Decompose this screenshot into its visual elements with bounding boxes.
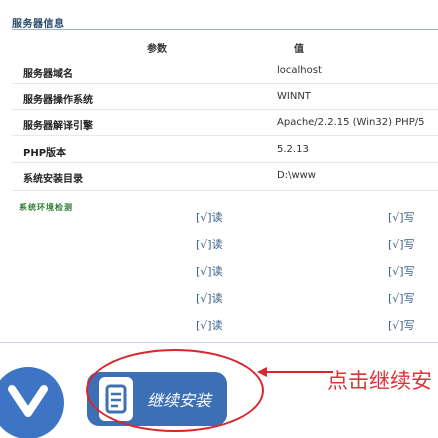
back-chevron-icon <box>6 383 50 423</box>
write-permission: [√]写 <box>388 265 415 278</box>
back-button[interactable] <box>0 367 64 438</box>
row-label: 服务器域名 <box>23 69 73 80</box>
write-permission: [√]写 <box>388 292 415 305</box>
read-permission: [√]读 <box>196 238 223 251</box>
row-label: 服务器解译引擎 <box>23 121 93 132</box>
env-check-title: 系统环境检测 <box>19 203 73 212</box>
annotation-ellipse <box>86 349 264 432</box>
row-label: 系统安装目录 <box>23 174 83 185</box>
section-divider <box>12 29 438 30</box>
annotation-text: 点击继续安 <box>327 369 432 393</box>
write-permission: [√]写 <box>388 238 415 251</box>
column-header-value: 值 <box>294 44 304 55</box>
read-permission: [√]读 <box>196 265 223 278</box>
row-value: D:\www <box>277 170 316 181</box>
read-permission: [√]读 <box>196 292 223 305</box>
row-divider <box>12 190 438 191</box>
row-value: Apache/2.2.15 (Win32) PHP/5 <box>277 117 425 128</box>
annotation-arrow-icon <box>255 362 335 386</box>
write-permission: [√]写 <box>388 211 415 224</box>
column-header-param: 参数 <box>147 44 167 55</box>
read-permission: [√]读 <box>196 319 223 332</box>
footer-divider <box>0 342 438 343</box>
row-value: localhost <box>277 65 322 76</box>
row-label: 服务器操作系统 <box>23 95 93 106</box>
read-permission: [√]读 <box>196 211 223 224</box>
row-value: 5.2.13 <box>277 144 309 155</box>
row-label: PHP版本 <box>23 148 67 159</box>
row-value: WINNT <box>277 91 311 102</box>
section-title: 服务器信息 <box>12 19 65 30</box>
row-divider <box>12 162 438 163</box>
row-divider <box>12 109 438 110</box>
row-divider <box>12 83 438 84</box>
write-permission: [√]写 <box>388 319 415 332</box>
row-divider <box>12 135 438 136</box>
